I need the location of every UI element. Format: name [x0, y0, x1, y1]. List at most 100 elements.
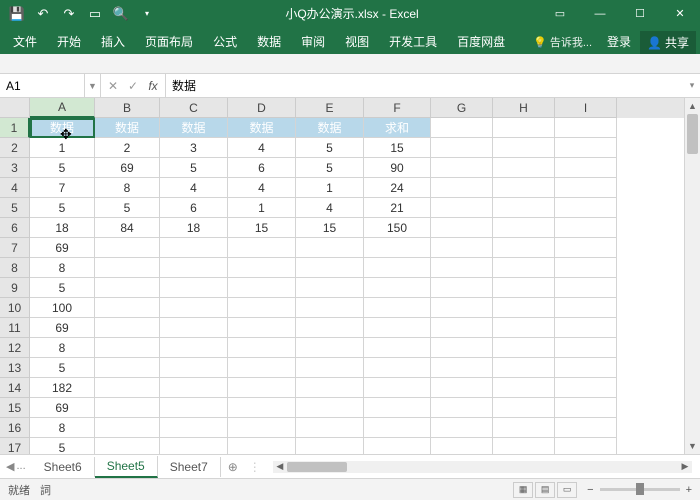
ime-indicator[interactable]: 詞 — [40, 482, 51, 498]
cell[interactable] — [160, 438, 228, 454]
cell[interactable]: 8 — [95, 178, 160, 198]
cell[interactable] — [95, 338, 160, 358]
cell[interactable] — [493, 438, 555, 454]
cell[interactable] — [296, 298, 364, 318]
cell[interactable]: 数据 — [95, 118, 160, 138]
row-header[interactable]: 17 — [0, 438, 30, 454]
row-header[interactable]: 16 — [0, 418, 30, 438]
cell[interactable] — [555, 138, 617, 158]
row-header[interactable]: 12 — [0, 338, 30, 358]
cell[interactable] — [95, 318, 160, 338]
cell[interactable] — [95, 438, 160, 454]
name-box-dropdown-icon[interactable]: ▼ — [85, 74, 101, 97]
cell[interactable] — [493, 198, 555, 218]
sheet-tab-sheet5[interactable]: Sheet5 — [95, 456, 158, 478]
col-header-E[interactable]: E — [296, 98, 364, 118]
cell[interactable] — [431, 238, 493, 258]
cell[interactable]: 84 — [95, 218, 160, 238]
cell[interactable]: 4 — [228, 138, 296, 158]
enter-icon[interactable]: ✓ — [125, 79, 141, 93]
tell-me[interactable]: 💡 告诉我... — [527, 30, 598, 54]
cell[interactable] — [431, 118, 493, 138]
cell[interactable]: 69 — [30, 398, 95, 418]
cell[interactable] — [493, 418, 555, 438]
cell[interactable] — [160, 358, 228, 378]
cell[interactable] — [555, 238, 617, 258]
grid[interactable]: ABCDEFGHI 1数据数据数据数据数据求和21234515356956590… — [0, 98, 684, 454]
cell[interactable] — [160, 258, 228, 278]
cell[interactable] — [364, 378, 431, 398]
cell[interactable] — [95, 358, 160, 378]
cell[interactable]: 1 — [30, 138, 95, 158]
scroll-left-icon[interactable]: ◀ — [273, 459, 287, 475]
cell[interactable] — [431, 418, 493, 438]
row-header[interactable]: 4 — [0, 178, 30, 198]
cell[interactable] — [555, 298, 617, 318]
tab-view[interactable]: 视图 — [336, 29, 378, 54]
add-sheet-button[interactable]: ⊕ — [221, 460, 245, 474]
horizontal-scrollbar[interactable]: ◀ ▶ — [273, 461, 692, 473]
vscroll-track[interactable] — [685, 114, 700, 438]
col-header-G[interactable]: G — [431, 98, 493, 118]
cell[interactable] — [431, 398, 493, 418]
cell[interactable] — [555, 438, 617, 454]
cell[interactable] — [431, 378, 493, 398]
cell[interactable]: 90 — [364, 158, 431, 178]
cell[interactable]: 15 — [364, 138, 431, 158]
tab-formula[interactable]: 公式 — [204, 29, 246, 54]
cell[interactable] — [160, 378, 228, 398]
row-header[interactable]: 6 — [0, 218, 30, 238]
row-header[interactable]: 8 — [0, 258, 30, 278]
cell[interactable] — [493, 218, 555, 238]
cell[interactable]: 69 — [30, 318, 95, 338]
cell[interactable] — [228, 318, 296, 338]
row-header[interactable]: 1 — [0, 118, 30, 138]
cell[interactable] — [431, 198, 493, 218]
cell[interactable] — [95, 298, 160, 318]
cell[interactable] — [431, 158, 493, 178]
cell[interactable]: 5 — [30, 438, 95, 454]
scroll-down-icon[interactable]: ▼ — [685, 438, 700, 454]
hscroll-thumb[interactable] — [287, 462, 347, 472]
tab-home[interactable]: 开始 — [48, 29, 90, 54]
sheet-tab-sheet6[interactable]: Sheet6 — [32, 457, 95, 477]
cell[interactable] — [296, 338, 364, 358]
cell[interactable]: 18 — [160, 218, 228, 238]
cell[interactable] — [493, 318, 555, 338]
cell[interactable]: 5 — [95, 198, 160, 218]
cell[interactable] — [364, 298, 431, 318]
cell[interactable] — [296, 438, 364, 454]
close-icon[interactable]: ✕ — [660, 0, 700, 27]
cell[interactable]: 15 — [228, 218, 296, 238]
sheet-nav-prev-icon[interactable]: ◀ — [6, 460, 14, 473]
cell[interactable] — [228, 418, 296, 438]
cell[interactable] — [95, 278, 160, 298]
cell[interactable]: 8 — [30, 418, 95, 438]
cell[interactable] — [95, 258, 160, 278]
name-box[interactable]: A1 — [0, 74, 85, 97]
new-file-icon[interactable]: ▭ — [84, 3, 106, 25]
maximize-icon[interactable]: ☐ — [620, 0, 660, 27]
cell[interactable]: 5 — [30, 158, 95, 178]
cell[interactable] — [555, 118, 617, 138]
cell[interactable]: 5 — [296, 138, 364, 158]
cell[interactable] — [95, 398, 160, 418]
row-header[interactable]: 15 — [0, 398, 30, 418]
row-header[interactable]: 13 — [0, 358, 30, 378]
cell[interactable]: 数据 — [228, 118, 296, 138]
fx-icon[interactable]: fx — [145, 79, 161, 93]
cell[interactable] — [228, 398, 296, 418]
cell[interactable] — [228, 298, 296, 318]
row-header[interactable]: 10 — [0, 298, 30, 318]
cell[interactable] — [493, 398, 555, 418]
select-all-corner[interactable] — [0, 98, 30, 118]
cell[interactable] — [555, 418, 617, 438]
cell[interactable] — [364, 258, 431, 278]
zoom-slider[interactable] — [600, 488, 680, 491]
cell[interactable]: 5 — [30, 358, 95, 378]
cell[interactable] — [95, 418, 160, 438]
cell[interactable] — [228, 258, 296, 278]
cell[interactable]: 数据 — [30, 118, 95, 138]
cell[interactable] — [555, 338, 617, 358]
cell[interactable]: 数据 — [296, 118, 364, 138]
